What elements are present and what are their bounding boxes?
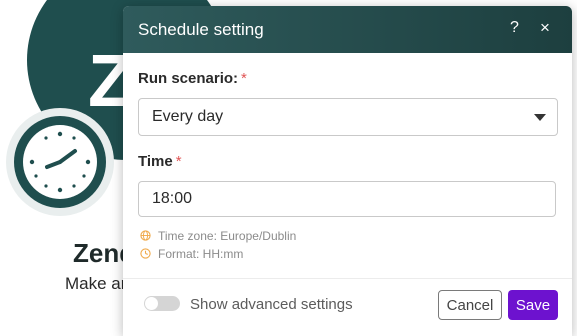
required-indicator: * xyxy=(175,153,182,170)
toggle-knob xyxy=(145,297,158,310)
dialog-header: Schedule setting ? × xyxy=(123,6,572,53)
dialog-title: Schedule setting xyxy=(138,20,264,39)
format-hint: Format: HH:mm xyxy=(140,247,243,261)
run-scenario-select[interactable]: Every day xyxy=(138,98,558,136)
close-button[interactable]: × xyxy=(540,18,550,38)
clock-face-icon xyxy=(29,131,91,193)
advanced-settings-label: Show advanced settings xyxy=(190,296,353,313)
run-scenario-selected-value: Every day xyxy=(152,108,224,125)
schedule-setting-dialog: Schedule setting ? × Run scenario: * Ever… xyxy=(123,6,572,336)
timezone-hint: Time zone: Europe/Dublin xyxy=(140,229,296,243)
required-indicator: * xyxy=(241,70,247,87)
help-button[interactable]: ? xyxy=(510,19,519,37)
save-button[interactable]: Save xyxy=(508,290,558,320)
globe-icon xyxy=(140,230,151,241)
clock-small-icon xyxy=(140,248,151,259)
time-label: Time * xyxy=(138,153,182,170)
time-input[interactable] xyxy=(138,181,556,217)
advanced-settings-toggle[interactable] xyxy=(144,296,180,311)
clock-icon xyxy=(6,108,114,216)
run-scenario-label: Run scenario: * xyxy=(138,70,247,87)
footer-divider xyxy=(123,278,572,279)
dropdown-caret-icon xyxy=(534,114,546,121)
background-subtitle: Make an xyxy=(65,274,131,293)
cancel-button[interactable]: Cancel xyxy=(438,290,502,320)
